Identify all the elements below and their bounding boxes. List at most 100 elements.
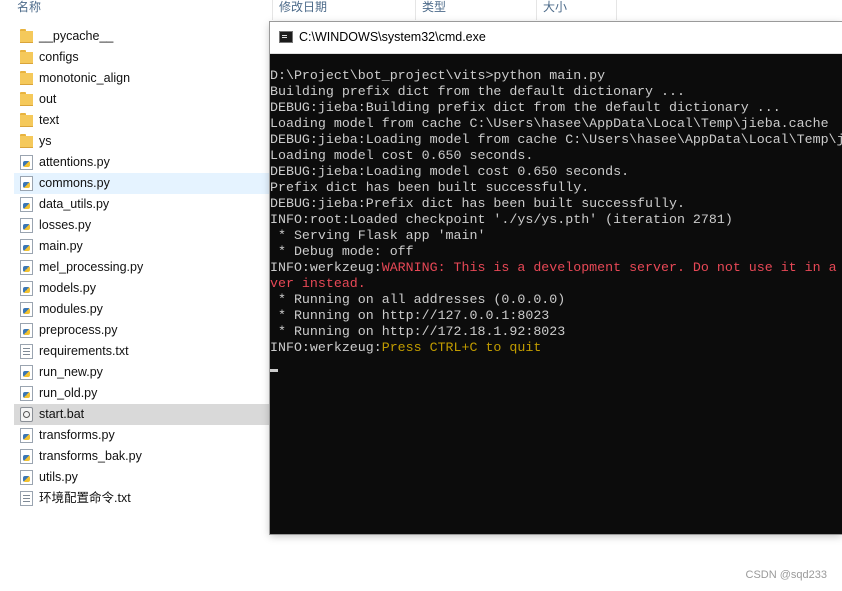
hint-text: Press CTRL+C to quit: [381, 340, 542, 355]
python-file-icon: [20, 155, 33, 170]
console-line: ver instead.: [270, 276, 842, 292]
folder-icon: [20, 29, 33, 44]
file-row[interactable]: preprocess.py: [14, 320, 270, 341]
text-cursor: [270, 369, 278, 372]
cmd-window-title: C:\WINDOWS\system32\cmd.exe: [299, 30, 486, 44]
file-row[interactable]: ys: [14, 131, 270, 152]
console-line: D:\Project\bot_project\vits>python main.…: [270, 68, 842, 84]
file-name: mel_processing.py: [39, 260, 144, 274]
console-line: DEBUG:jieba:Prefix dict has been built s…: [270, 196, 842, 212]
python-file-icon: [20, 176, 33, 191]
console-text: * Running on http://172.18.1.92:8023: [270, 324, 566, 339]
python-file-icon: [20, 365, 33, 380]
batch-file-icon: [20, 407, 33, 422]
terminal-icon[interactable]: [279, 31, 293, 43]
python-file-icon: [20, 428, 33, 443]
folder-icon: [20, 71, 33, 86]
console-text: Prefix dict has been built successfully.: [270, 180, 590, 195]
console-line: Building prefix dict from the default di…: [270, 84, 842, 100]
file-row[interactable]: losses.py: [14, 215, 270, 236]
folder-icon: [20, 50, 33, 65]
file-name: 环境配置命令.txt: [39, 491, 131, 505]
console-text: INFO:root:Loaded checkpoint './ys/ys.pth…: [270, 212, 733, 227]
watermark: CSDN @sqd233: [745, 569, 827, 581]
console-line: DEBUG:jieba:Loading model from cache C:\…: [270, 132, 842, 148]
python-file-icon: [20, 470, 33, 485]
file-row[interactable]: __pycache__: [14, 26, 270, 47]
warning-text: ver instead.: [270, 276, 366, 291]
console-output[interactable]: D:\Project\bot_project\vits>python main.…: [270, 68, 842, 528]
python-file-icon: [20, 449, 33, 464]
console-line: Loading model from cache C:\Users\hasee\…: [270, 116, 842, 132]
file-row[interactable]: monotonic_align: [14, 68, 270, 89]
file-row[interactable]: run_old.py: [14, 383, 270, 404]
column-divider[interactable]: [616, 0, 617, 20]
file-row[interactable]: run_new.py: [14, 362, 270, 383]
file-row[interactable]: attentions.py: [14, 152, 270, 173]
cmd-title-bar[interactable]: C:\WINDOWS\system32\cmd.exe: [270, 22, 842, 54]
text-file-icon: [20, 491, 33, 506]
console-text: DEBUG:jieba:Prefix dict has been built s…: [270, 196, 685, 211]
file-name: out: [39, 92, 57, 106]
column-header-name[interactable]: 名称: [17, 0, 41, 20]
console-text: Loading model from cache C:\Users\hasee\…: [270, 116, 829, 131]
column-header-bar: 名称 修改日期 类型 大小: [0, 0, 842, 20]
file-name: start.bat: [39, 407, 85, 421]
console-line: Loading model cost 0.650 seconds.: [270, 148, 842, 164]
file-row[interactable]: out: [14, 89, 270, 110]
column-divider[interactable]: [272, 0, 273, 20]
file-name: main.py: [39, 239, 83, 253]
console-line: * Running on http://172.18.1.92:8023: [270, 324, 842, 340]
console-line: * Serving Flask app 'main': [270, 228, 842, 244]
file-name: modules.py: [39, 302, 103, 316]
python-file-icon: [20, 197, 33, 212]
file-name: configs: [39, 50, 79, 64]
console-text: DEBUG:jieba:Loading model cost 0.650 sec…: [270, 164, 630, 179]
file-row[interactable]: transforms.py: [14, 425, 270, 446]
console-text: Loading model cost 0.650 seconds.: [270, 148, 534, 163]
python-file-icon: [20, 302, 33, 317]
cmd-window[interactable]: C:\WINDOWS\system32\cmd.exe D:\Project\b…: [270, 22, 842, 534]
file-row[interactable]: requirements.txt: [14, 341, 270, 362]
file-row[interactable]: models.py: [14, 278, 270, 299]
console-line: INFO:werkzeug:Press CTRL+C to quit: [270, 340, 842, 356]
console-line: INFO:root:Loaded checkpoint './ys/ys.pth…: [270, 212, 842, 228]
file-name: run_new.py: [39, 365, 103, 379]
file-row[interactable]: 环境配置命令.txt: [14, 488, 270, 509]
file-name: data_utils.py: [39, 197, 110, 211]
folder-icon: [20, 134, 33, 149]
file-row[interactable]: data_utils.py: [14, 194, 270, 215]
python-file-icon: [20, 386, 33, 401]
file-row[interactable]: commons.py: [14, 173, 270, 194]
file-row[interactable]: start.bat: [14, 404, 270, 425]
file-row[interactable]: mel_processing.py: [14, 257, 270, 278]
file-name: text: [39, 113, 60, 127]
console-text: DEBUG:jieba:Building prefix dict from th…: [270, 100, 781, 115]
console-text: * Serving Flask app 'main': [270, 228, 486, 243]
console-text: Building prefix dict from the default di…: [270, 84, 685, 99]
column-divider[interactable]: [536, 0, 537, 20]
column-header-modified[interactable]: 修改日期: [279, 0, 327, 20]
file-row[interactable]: modules.py: [14, 299, 270, 320]
file-row[interactable]: configs: [14, 47, 270, 68]
console-text: INFO:werkzeug:: [270, 260, 382, 275]
file-name: transforms_bak.py: [39, 449, 142, 463]
file-name: models.py: [39, 281, 96, 295]
console-text: DEBUG:jieba:Loading model from cache C:\…: [270, 132, 842, 147]
file-name: run_old.py: [39, 386, 98, 400]
file-name: __pycache__: [39, 29, 114, 43]
file-name: utils.py: [39, 470, 78, 484]
console-line: INFO:werkzeug:WARNING: This is a develop…: [270, 260, 842, 276]
file-row[interactable]: utils.py: [14, 467, 270, 488]
file-row[interactable]: text: [14, 110, 270, 131]
warning-text: WARNING: This is a development server. D…: [381, 260, 837, 275]
file-row[interactable]: transforms_bak.py: [14, 446, 270, 467]
console-text: D:\Project\bot_project\vits>python main.…: [270, 68, 606, 83]
column-header-size[interactable]: 大小: [543, 0, 567, 20]
file-name: transforms.py: [39, 428, 115, 442]
column-divider[interactable]: [415, 0, 416, 20]
column-header-type[interactable]: 类型: [422, 0, 446, 20]
file-row[interactable]: main.py: [14, 236, 270, 257]
console-line: DEBUG:jieba:Building prefix dict from th…: [270, 100, 842, 116]
python-file-icon: [20, 281, 33, 296]
